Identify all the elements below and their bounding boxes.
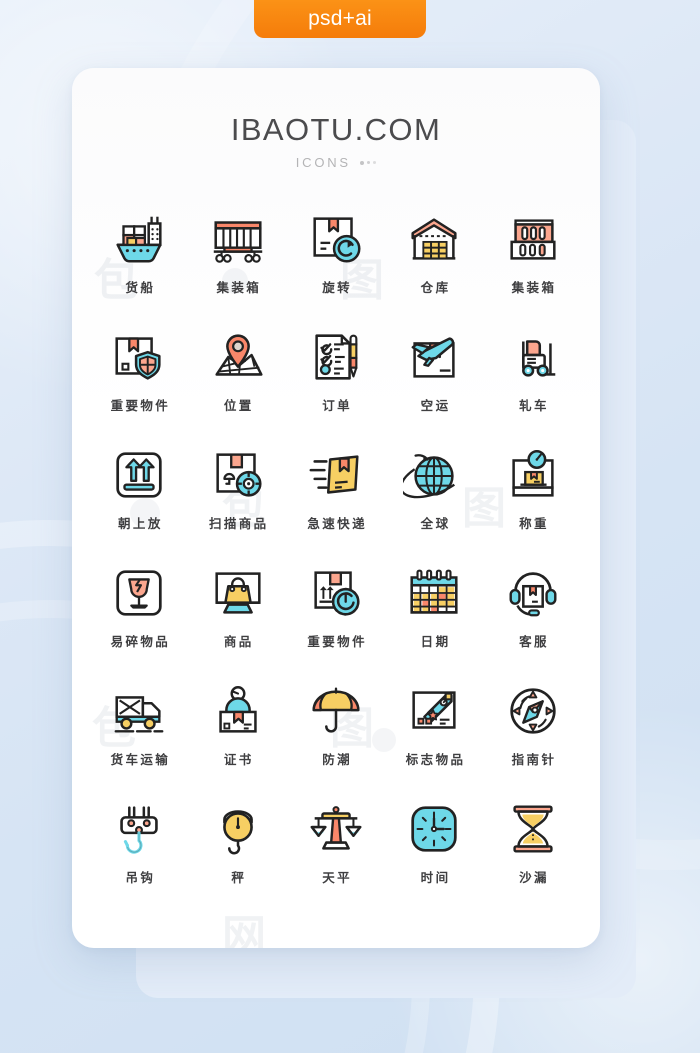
forklift-icon xyxy=(521,340,556,377)
icon-label: 集装箱 xyxy=(511,280,557,295)
subtitle-text: ICONS xyxy=(295,155,351,170)
icon-cell[interactable]: 集装箱 xyxy=(188,208,286,309)
icon-cell[interactable]: 重要物件 xyxy=(90,326,188,427)
page-title: IBAOTU.COM xyxy=(230,112,442,147)
calendar-icon xyxy=(410,569,458,614)
fragile-glass-icon xyxy=(116,570,162,616)
icon-cell[interactable]: 证书 xyxy=(188,680,286,781)
icon-label: 重要物件 xyxy=(307,634,367,649)
icon-set-card: 包 图 包 图 包 图 网 IBAOTU.COM ICONS 货船 集装箱 旋转 xyxy=(72,68,600,948)
page-subtitle: ICONS xyxy=(72,155,600,170)
icon-cell[interactable]: 指南针 xyxy=(484,680,582,781)
compass-icon xyxy=(510,688,556,734)
icon-label: 时间 xyxy=(420,870,451,885)
icon-cell[interactable]: 称重 xyxy=(484,444,582,545)
icon-label: 旋转 xyxy=(322,280,353,295)
icon-cell[interactable]: 全球 xyxy=(385,444,483,545)
icon-cell[interactable]: 日期 xyxy=(385,562,483,663)
icon-cell[interactable]: 客服 xyxy=(484,562,582,663)
scan-product-icon xyxy=(215,453,262,497)
icon-label: 沙漏 xyxy=(519,870,549,885)
icon-cell[interactable]: 位置 xyxy=(188,326,286,427)
warehouse-icon xyxy=(411,218,457,260)
air-freight-icon xyxy=(411,337,456,378)
container-trolley-icon xyxy=(213,221,262,263)
balance-scale-icon xyxy=(310,806,362,850)
icon-label: 位置 xyxy=(223,398,254,413)
order-checklist-icon xyxy=(315,334,358,380)
icon-label: 吊钩 xyxy=(125,870,156,885)
icon-label: 天平 xyxy=(322,870,353,885)
icon-label: 仓库 xyxy=(420,280,451,295)
icon-cell[interactable]: 货车运输 xyxy=(90,680,188,781)
icon-cell[interactable]: 吊钩 xyxy=(90,798,188,899)
icon-label: 重要物件 xyxy=(110,398,171,413)
watermark-text: 网 xyxy=(222,911,266,948)
icon-cell[interactable]: 秤 xyxy=(188,798,286,899)
icon-label: 货船 xyxy=(125,280,156,295)
express-delivery-icon xyxy=(309,455,359,494)
courier-certificate-icon xyxy=(218,686,257,733)
icon-label: 指南针 xyxy=(511,752,557,767)
clock-icon xyxy=(411,806,458,852)
icon-label: 扫描商品 xyxy=(208,516,269,531)
protected-package-icon xyxy=(115,337,161,380)
icon-cell[interactable]: 空运 xyxy=(385,326,483,427)
icon-cell[interactable]: 天平 xyxy=(287,798,385,899)
icon-label: 标志物品 xyxy=(405,752,466,767)
weighing-package-icon xyxy=(512,450,554,497)
icon-cell[interactable]: 订单 xyxy=(287,326,385,427)
hanging-scale-icon xyxy=(222,810,253,855)
rotate-package-icon xyxy=(313,217,361,263)
customer-service-icon xyxy=(509,572,557,617)
format-badge: psd+ai xyxy=(254,0,426,38)
crane-hook-icon xyxy=(120,806,158,854)
icon-label: 订单 xyxy=(322,398,353,413)
icon-label: 朝上放 xyxy=(118,516,163,531)
hourglass-icon xyxy=(513,805,553,853)
globe-icon xyxy=(403,454,456,499)
icon-cell[interactable]: 标志物品 xyxy=(385,680,483,781)
urgent-package-icon xyxy=(314,571,360,616)
icon-cell[interactable]: 时间 xyxy=(385,798,483,899)
icon-cell[interactable]: 集装箱 xyxy=(484,208,582,309)
icon-cell[interactable]: 货船 xyxy=(90,208,188,309)
icon-grid: 货船 集装箱 旋转 仓库 集装箱 重要物件 位置 订单 空运 轧车 朝上放 扫描… xyxy=(72,208,600,899)
icon-label: 全球 xyxy=(420,516,451,531)
truck-delivery-icon xyxy=(114,696,164,733)
icon-label: 易碎物品 xyxy=(110,634,171,649)
map-location-pin-icon xyxy=(215,334,263,376)
icon-label: 客服 xyxy=(519,634,549,649)
icon-cell[interactable]: 轧车 xyxy=(484,326,582,427)
icon-cell[interactable]: 仓库 xyxy=(385,208,483,309)
online-shopping-icon xyxy=(215,572,261,614)
icon-label: 秤 xyxy=(231,870,247,885)
icon-cell[interactable]: 商品 xyxy=(188,562,286,663)
icon-cell[interactable]: 急速快递 xyxy=(287,444,385,545)
keep-dry-umbrella-icon xyxy=(312,687,360,733)
icon-label: 货车运输 xyxy=(110,752,171,767)
icon-label: 称重 xyxy=(519,516,549,531)
icon-label: 防潮 xyxy=(322,752,353,767)
this-side-up-icon xyxy=(116,452,162,498)
icon-cell[interactable]: 防潮 xyxy=(287,680,385,781)
icon-label: 急速快递 xyxy=(307,516,367,531)
icon-label: 空运 xyxy=(420,398,451,413)
cargo-ship-icon xyxy=(116,216,162,263)
icon-label: 集装箱 xyxy=(216,280,262,295)
icon-label: 商品 xyxy=(223,634,254,649)
icon-label: 日期 xyxy=(420,634,451,649)
labelled-goods-icon xyxy=(412,691,456,729)
icon-cell[interactable]: 扫描商品 xyxy=(188,444,286,545)
icon-cell[interactable]: 沙漏 xyxy=(484,798,582,899)
icon-cell[interactable]: 朝上放 xyxy=(90,444,188,545)
brand-header: IBAOTU.COM ICONS xyxy=(72,112,600,170)
shipping-container-icon xyxy=(510,219,556,260)
icon-label: 轧车 xyxy=(519,398,549,413)
subtitle-dots-icon xyxy=(359,160,377,165)
icon-cell[interactable]: 重要物件 xyxy=(287,562,385,663)
icon-cell[interactable]: 易碎物品 xyxy=(90,562,188,663)
icon-label: 证书 xyxy=(223,752,254,767)
icon-cell[interactable]: 旋转 xyxy=(287,208,385,309)
